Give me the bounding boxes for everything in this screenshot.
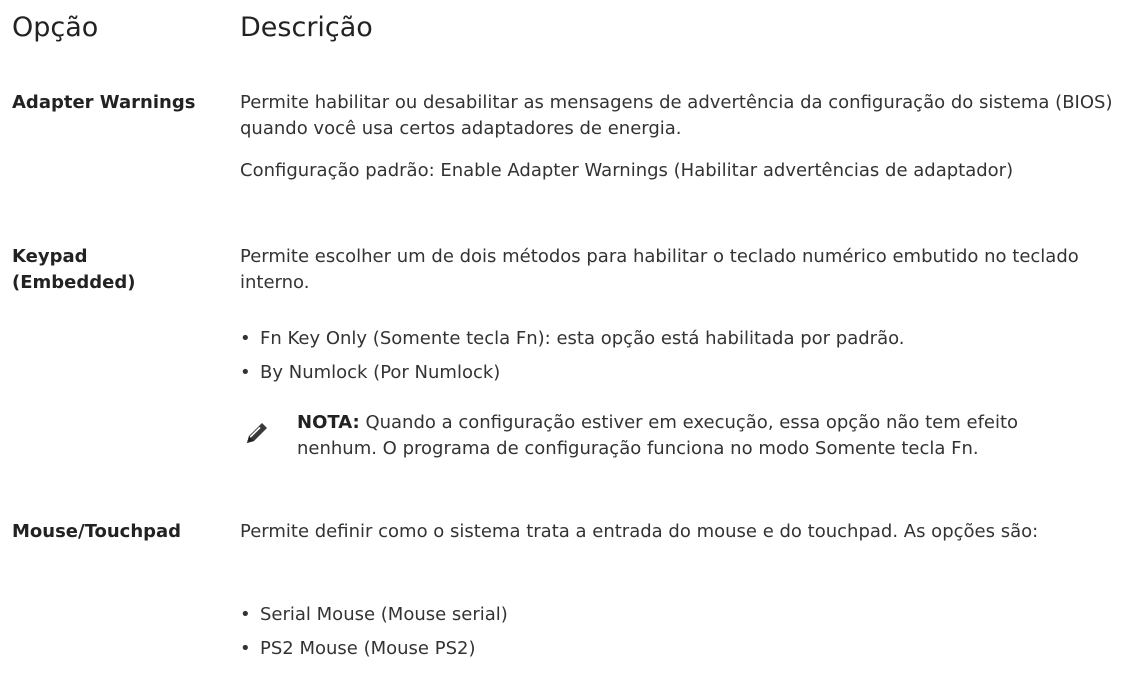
option-list: Serial Mouse (Mouse serial) PS2 Mouse (M… (240, 602, 508, 670)
description-paragraph: Permite escolher um de dois métodos para… (240, 246, 1079, 293)
list-item: Fn Key Only (Somente tecla Fn): esta opç… (240, 326, 905, 352)
note: NOTA: Quando a configuração estiver em e… (297, 410, 1097, 462)
option-list: Fn Key Only (Somente tecla Fn): esta opç… (240, 326, 905, 394)
description-paragraph: Permite definir como o sistema trata a e… (240, 521, 1039, 542)
default-setting-paragraph: Configuração padrão: Enable Adapter Warn… (240, 160, 1014, 181)
description-paragraph: Permite habilitar ou desabilitar as mens… (240, 92, 1113, 139)
note-text: Quando a configuração estiver em execuçã… (297, 412, 1019, 459)
option-name-keypad-embedded: Keypad (Embedded) (12, 246, 136, 293)
option-name-mouse-touchpad: Mouse/Touchpad (12, 521, 182, 542)
note-label: NOTA: (297, 412, 360, 433)
list-item: Serial Mouse (Mouse serial) (240, 602, 508, 628)
list-item: By Numlock (Por Numlock) (240, 360, 905, 386)
column-header-option: Opção (12, 12, 99, 43)
option-name-adapter-warnings: Adapter Warnings (12, 92, 196, 113)
column-header-description: Descrição (240, 12, 373, 43)
list-item: PS2 Mouse (Mouse PS2) (240, 636, 508, 662)
note-pencil-icon (247, 423, 267, 443)
